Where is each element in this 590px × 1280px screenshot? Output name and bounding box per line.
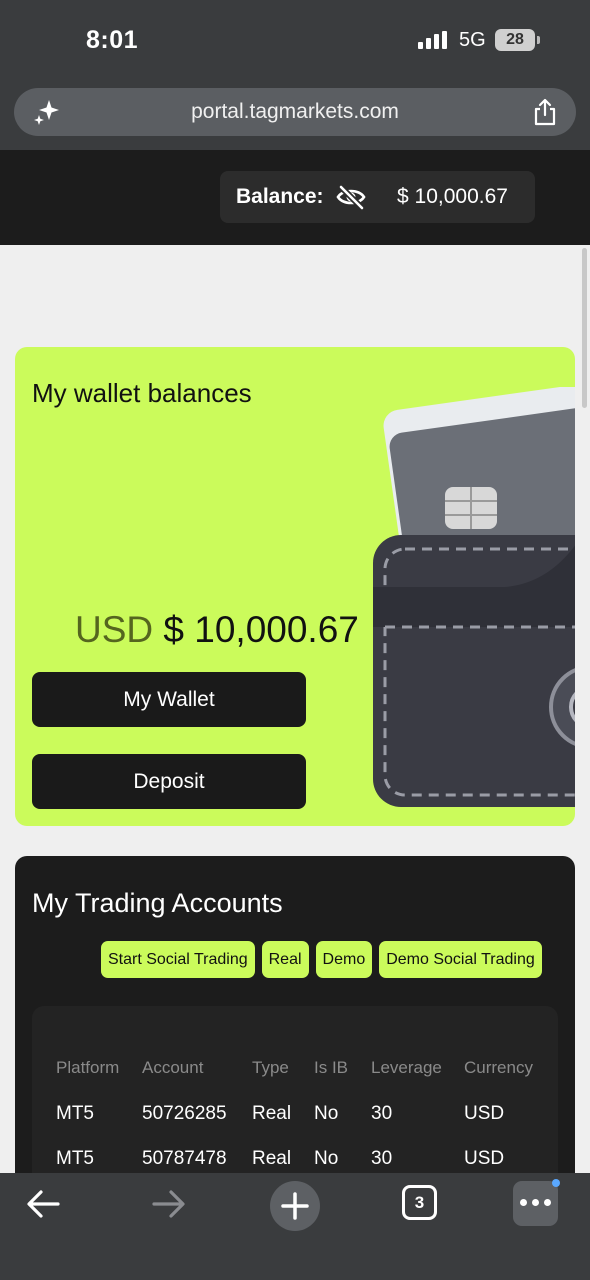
wallet-balances-card: My wallet balances USD $ 10,000.67 My Wa…: [15, 347, 575, 826]
column-header: Platform: [56, 1058, 120, 1077]
column-header: Leverage: [371, 1058, 442, 1077]
column-header: Type: [252, 1058, 289, 1077]
more-menu-button[interactable]: [513, 1179, 560, 1226]
page-scrollbar[interactable]: [582, 248, 587, 408]
accounts-table: Platform Account Type Is IB Leverage Cur…: [32, 1006, 558, 1186]
table-cell: MT5: [56, 1103, 94, 1124]
wallet-currency: USD: [75, 609, 154, 650]
status-time: 8:01: [86, 26, 139, 54]
more-dots-icon: [520, 1199, 551, 1207]
new-tab-button[interactable]: [270, 1181, 320, 1231]
table-cell: 50726285: [142, 1103, 227, 1124]
plus-icon: [281, 1192, 309, 1220]
table-row[interactable]: MT5 50726285 Real No 30 USD: [32, 1103, 558, 1133]
table-cell: 30: [371, 1148, 393, 1169]
wallet-amount-value: $ 10,000.67: [163, 609, 359, 650]
share-icon[interactable]: [532, 98, 558, 126]
address-bar[interactable]: portal.tagmarkets.com: [14, 88, 576, 136]
table-cell: 50787478: [142, 1148, 227, 1169]
account-filter-chips: Start Social Trading Real Demo Demo Soci…: [101, 941, 542, 978]
tab-switcher-button[interactable]: 3: [402, 1185, 437, 1220]
table-cell: MT5: [56, 1148, 94, 1169]
demo-social-trading-button[interactable]: Demo Social Trading: [379, 941, 542, 978]
forward-arrow-icon[interactable]: [148, 1187, 188, 1221]
network-label: 5G: [459, 29, 486, 51]
start-social-trading-button[interactable]: Start Social Trading: [101, 941, 255, 978]
cellular-signal-icon: [418, 31, 448, 49]
browser-url-strip: portal.tagmarkets.com: [0, 78, 590, 150]
trading-accounts-card: My Trading Accounts Start Social Trading…: [15, 856, 575, 1186]
column-header: Currency: [464, 1058, 533, 1077]
deposit-button[interactable]: Deposit: [32, 754, 306, 809]
column-header: Is IB: [314, 1058, 349, 1077]
balance-label: Balance:: [236, 185, 324, 208]
balance-display: Balance: $ 10,000.67: [220, 171, 535, 223]
battery-icon: 28: [495, 29, 540, 51]
table-header: Platform Account Type Is IB Leverage Cur…: [32, 1058, 558, 1088]
notification-dot: [552, 1179, 560, 1187]
table-cell: No: [314, 1103, 339, 1124]
table-cell: Real: [252, 1103, 292, 1124]
table-cell: USD: [464, 1148, 505, 1169]
balance-value: $ 10,000.67: [397, 185, 508, 208]
site-header: Balance: $ 10,000.67: [0, 150, 590, 245]
url-text: portal.tagmarkets.com: [191, 100, 399, 123]
table-cell: No: [314, 1148, 339, 1169]
wallet-illustration: [373, 387, 575, 807]
wallet-title: My wallet balances: [32, 378, 252, 408]
real-account-button[interactable]: Real: [261, 941, 309, 978]
table-cell: 30: [371, 1103, 393, 1124]
browser-toolbar: 3: [0, 1173, 590, 1280]
back-arrow-icon[interactable]: [24, 1187, 64, 1221]
eye-slash-icon[interactable]: [336, 183, 366, 211]
wallet-amount: USD $ 10,000.67: [75, 609, 359, 651]
demo-account-button[interactable]: Demo: [315, 941, 373, 978]
column-header: Account: [142, 1058, 204, 1077]
table-cell: USD: [464, 1103, 505, 1124]
table-cell: Real: [252, 1148, 292, 1169]
status-bar: 8:01 5G 28: [0, 0, 590, 78]
my-wallet-button[interactable]: My Wallet: [32, 672, 306, 727]
trading-title: My Trading Accounts: [32, 888, 283, 918]
